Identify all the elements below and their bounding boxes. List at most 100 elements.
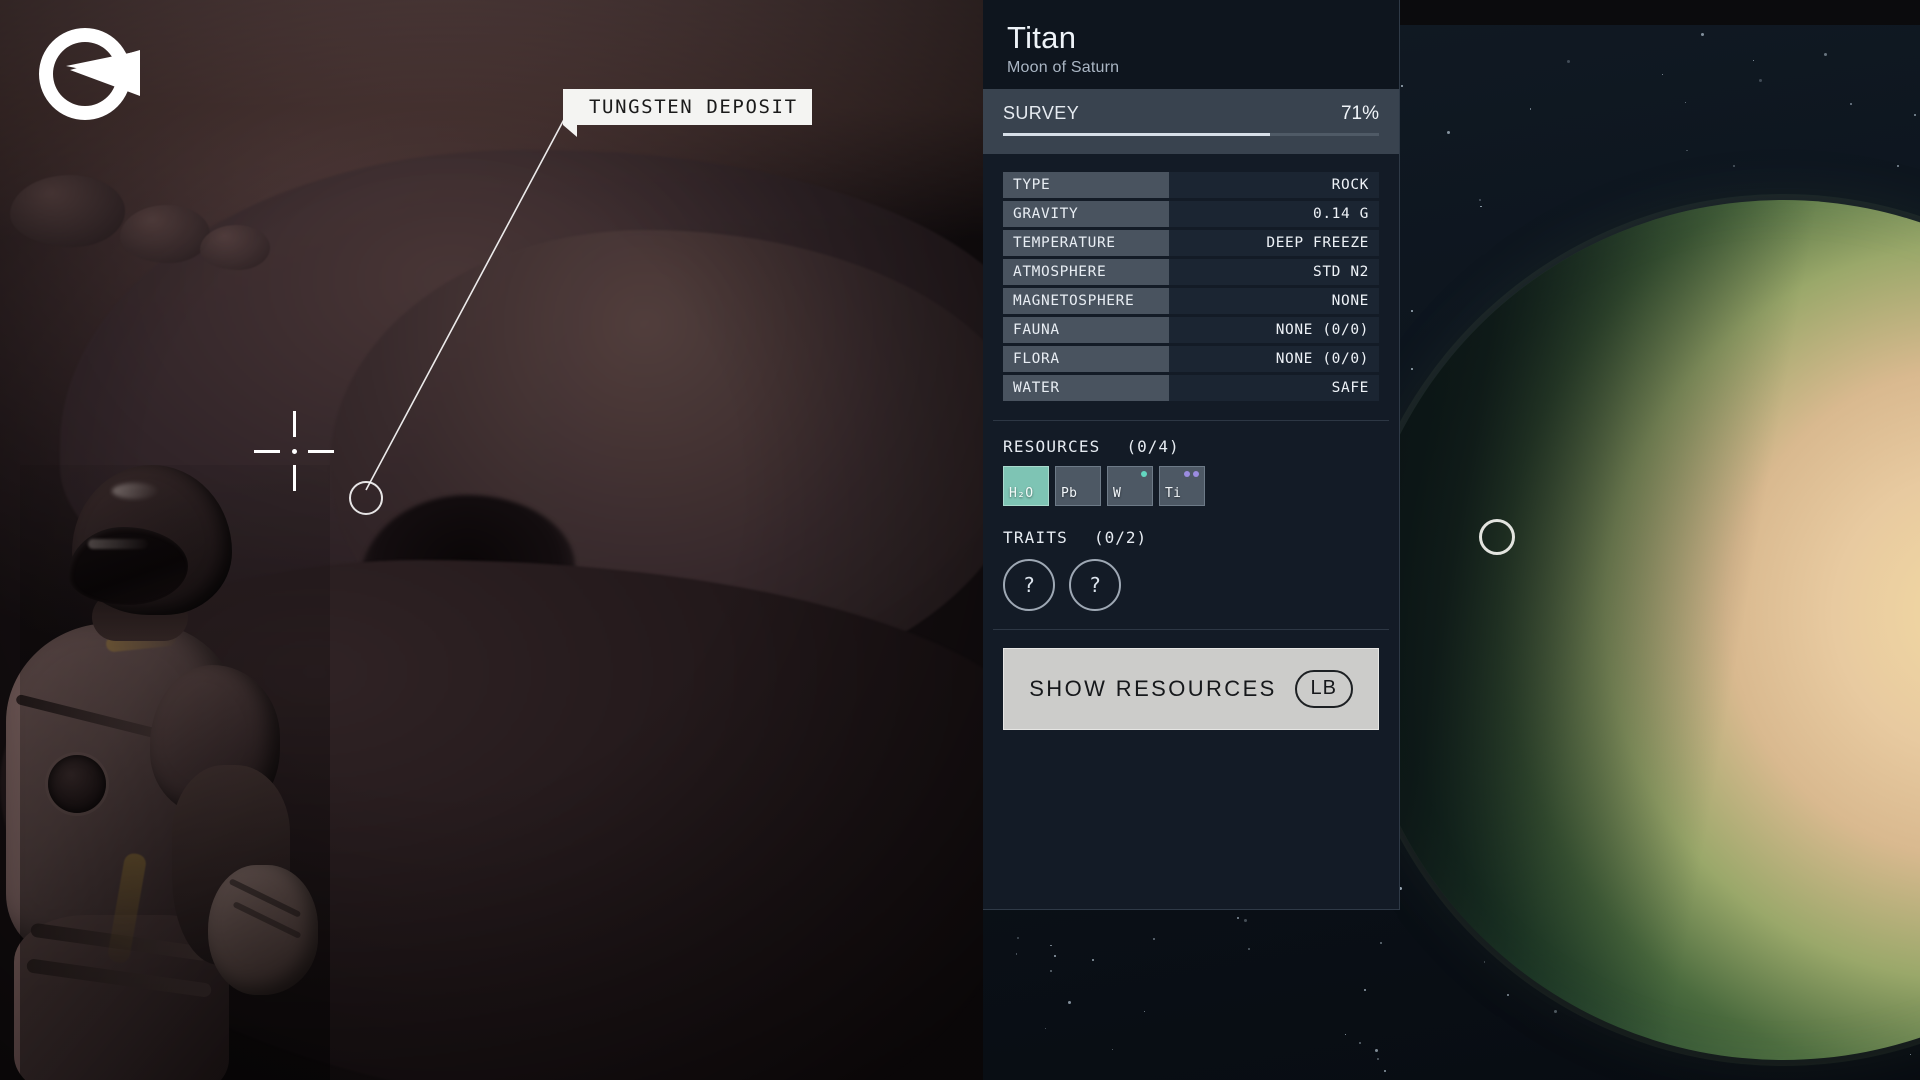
star [1909, 1053, 1912, 1055]
stat-key: TYPE [1003, 171, 1169, 198]
stat-key: FAUNA [1003, 316, 1169, 343]
star [1553, 1010, 1557, 1014]
trait-slot-unknown[interactable]: ? [1069, 558, 1121, 611]
stat-row: TYPE ROCK [1003, 171, 1379, 198]
crosshair-arm-left [254, 450, 280, 453]
star [1364, 989, 1367, 991]
survey-percent: 71% [1340, 102, 1379, 124]
resource-tile[interactable]: Pb [1055, 465, 1101, 506]
resource-tile[interactable]: Ti [1159, 465, 1205, 506]
star [1068, 1000, 1072, 1004]
star [1144, 1011, 1146, 1013]
star [1849, 102, 1852, 105]
resources-header: RESOURCES (0/4) [1003, 437, 1379, 456]
star [1507, 993, 1510, 996]
star [1111, 1048, 1114, 1050]
stat-value: STD N2 [1169, 258, 1379, 285]
stat-row: FAUNA NONE (0/0) [1003, 316, 1379, 343]
stat-row: GRAVITY 0.14 G [1003, 200, 1379, 227]
star [1567, 60, 1570, 64]
eclipse-e-logo [30, 22, 140, 127]
survey-progress-fill [1003, 132, 1270, 136]
crosshair-center-dot [292, 449, 297, 454]
star [1377, 1057, 1380, 1060]
show-resources-button[interactable]: SHOW RESOURCES LB [1003, 647, 1379, 730]
planet-stats-table: TYPE ROCK GRAVITY 0.14 G TEMPERATURE DEEP FRE… [983, 153, 1399, 420]
stat-value: DEEP FREEZE [1169, 229, 1379, 256]
world-viewport: TUNGSTEN DEPOSIT [0, 0, 983, 1080]
planet-info-panel: Titan Moon of Saturn SURVEY 71% TYPE ROCK… [983, 0, 1400, 910]
stat-value: SAFE [1169, 374, 1379, 401]
resource-tile[interactable]: H₂O [1003, 465, 1049, 506]
poi-label[interactable]: TUNGSTEN DEPOSIT [563, 89, 812, 137]
resource-rarity-dots [1184, 470, 1199, 477]
gamepad-key-hint: LB [1294, 669, 1353, 708]
star [1701, 32, 1705, 36]
stat-key: FLORA [1003, 345, 1169, 372]
stat-value: 0.14 G [1169, 200, 1379, 227]
star [1050, 944, 1052, 946]
stat-value: ROCK [1169, 171, 1379, 198]
stat-key: TEMPERATURE [1003, 229, 1169, 256]
star [1759, 78, 1763, 82]
panel-subtitle: Moon of Saturn [1007, 58, 1120, 76]
resource-symbol: Pb [1061, 485, 1078, 501]
trait-slot-list: ?? [1003, 558, 1379, 611]
rarity-dot-icon [1184, 470, 1190, 477]
resource-symbol: H₂O [1009, 485, 1034, 501]
stat-row: MAGNETOSPHERE NONE [1003, 287, 1379, 314]
resource-tile-list: H₂O Pb W Ti [1003, 465, 1379, 506]
page-title: Titan [1007, 20, 1077, 55]
star [1480, 205, 1482, 208]
traits-label: TRAITS [1003, 527, 1068, 547]
resource-tile[interactable]: W [1107, 465, 1153, 506]
star [1661, 74, 1664, 76]
stat-value: NONE (0/0) [1169, 345, 1379, 372]
rarity-dot-icon [1193, 470, 1199, 477]
star [1015, 953, 1017, 955]
star [1753, 59, 1755, 61]
survey-progress-track [1003, 132, 1379, 136]
stat-key: ATMOSPHERE [1003, 258, 1169, 285]
suit-glove [208, 865, 318, 995]
crosshair-arm-top [293, 411, 296, 437]
star [1375, 1048, 1379, 1052]
star [1914, 113, 1917, 116]
aim-crosshair [254, 411, 334, 491]
resources-label: RESOURCES [1003, 436, 1101, 456]
resource-rarity-dots [1141, 470, 1147, 477]
star [1400, 85, 1403, 88]
star [1044, 1027, 1046, 1029]
crosshair-arm-bottom [293, 465, 296, 491]
star [1483, 961, 1485, 963]
crosshair-arm-right [308, 450, 334, 453]
star [1380, 942, 1383, 945]
poi-label-text: TUNGSTEN DEPOSIT [589, 96, 798, 118]
star [1344, 1033, 1347, 1035]
star [1247, 948, 1250, 951]
panel-header: Titan Moon of Saturn [983, 0, 1399, 89]
poi-marker-circle[interactable] [349, 481, 383, 515]
star [1447, 131, 1451, 135]
star [1684, 102, 1686, 104]
star [1896, 164, 1899, 167]
stat-key: WATER [1003, 374, 1169, 401]
resource-symbol: W [1113, 485, 1122, 501]
planet-surface-marker[interactable] [1479, 519, 1515, 555]
stat-key: GRAVITY [1003, 200, 1169, 227]
survey-progress-block: SURVEY 71% [983, 88, 1399, 154]
star [1236, 916, 1239, 919]
star [1410, 368, 1413, 371]
stat-row: ATMOSPHERE STD N2 [1003, 258, 1379, 285]
star [1152, 937, 1155, 940]
star [1383, 1070, 1386, 1073]
star [1529, 108, 1531, 110]
resources-count: (0/4) [1126, 436, 1180, 456]
trait-slot-unknown[interactable]: ? [1003, 558, 1055, 611]
boulder [120, 205, 210, 263]
suit-chest-port [48, 755, 106, 813]
stat-row: FLORA NONE (0/0) [1003, 345, 1379, 372]
star [1359, 1041, 1362, 1044]
star [1054, 955, 1057, 958]
show-resources-label: SHOW RESOURCES [1029, 675, 1277, 701]
